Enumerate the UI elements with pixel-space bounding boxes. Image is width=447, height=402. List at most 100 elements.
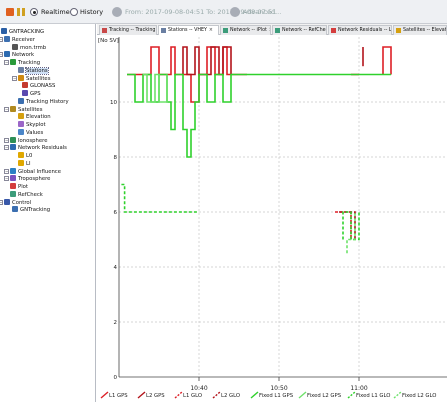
legend-swatch [137, 391, 146, 399]
legend-swatch [174, 391, 183, 399]
tree-item-gntracking[interactable]: GNTRACKING [1, 28, 44, 35]
tree-item-label: Tracking [18, 60, 41, 66]
plot-icon [223, 28, 228, 33]
tab-network-refcheck[interactable]: Network -- RefCheck × [272, 25, 327, 35]
globe-icon [10, 167, 16, 174]
tree-item-label: GPS [30, 91, 41, 97]
tree-item-network[interactable]: Network [4, 51, 34, 58]
tree-item-network-residuals[interactable]: Network Residuals [10, 144, 67, 151]
tree-item-l0[interactable]: L0 [18, 152, 32, 159]
legend-item: L2 GLO [212, 391, 240, 399]
tree-expander[interactable]: − [4, 176, 9, 182]
tab-label: Tracking -- Tracking History [109, 28, 156, 33]
history-radio[interactable] [70, 8, 78, 16]
tree-expander[interactable]: − [4, 137, 9, 143]
tab-label: Network -- iPlot [230, 28, 267, 33]
legend-item: L1 GPS [100, 391, 128, 399]
close-icon[interactable]: × [269, 28, 270, 33]
tree-item-label: Plot [18, 184, 28, 190]
tree-item-label: Receiver [12, 36, 35, 43]
realtime-radio[interactable] [30, 8, 38, 16]
tree-item-troposphere[interactable]: Troposphere [10, 175, 50, 182]
legend-item: Fixed L1 GLO [347, 391, 390, 399]
stations-icon [18, 66, 24, 73]
tree-item-elevation[interactable]: Elevation [18, 113, 51, 120]
legend-label: L1 GLO [183, 393, 203, 399]
tree-item-label: Stations [25, 66, 49, 75]
y-tick-label: 10 [110, 100, 117, 106]
tree-item-label: Tracking History [26, 98, 69, 105]
tab-network-residuals-lo[interactable]: Network Residuals -- LO× [328, 25, 392, 35]
tree-item-stations[interactable]: Stations [18, 66, 49, 75]
history-icon [18, 97, 24, 104]
series-l2-glo-line [339, 211, 356, 240]
tracking-chart: 10:40 10:50 11:000246810[No SV] [98, 37, 447, 392]
tree-item-li[interactable]: LI [18, 159, 31, 167]
legend-label: Fixed L2 GPS [307, 393, 342, 399]
tab-tracking-tracking-history[interactable]: Tracking -- Tracking History× [99, 25, 157, 35]
tab-label: Network Residuals -- LO [338, 28, 392, 33]
tree-item-values[interactable]: Values [18, 128, 43, 136]
y-tick-label: 8 [114, 155, 118, 161]
tree-item-global-influence[interactable]: Global Influence [10, 167, 61, 175]
tab-label: Satellites -- Elevation [403, 28, 447, 33]
legend-item: Fixed L2 GLO [393, 391, 436, 399]
y-tick-label: 6 [114, 210, 118, 216]
chart-legend: L1 GPS L2 GPS L1 GLO L2 GLO Fixed L1 GPS Fixe… [97, 389, 447, 402]
tree-item-label: Skyplot [26, 122, 46, 128]
tree-item-gps[interactable]: GPS [22, 90, 41, 97]
tree-item-satellites[interactable]: Satellites [18, 74, 51, 82]
tree-expander[interactable]: − [4, 106, 9, 112]
tree-expander[interactable]: − [4, 60, 9, 65]
history-label[interactable]: History [80, 8, 103, 16]
tree-item-label: mon.trmb [20, 44, 47, 51]
stop-icon[interactable] [5, 7, 15, 17]
tree-item-skyplot[interactable]: Skyplot [18, 121, 46, 128]
tree-item-label: Global Influence [18, 168, 61, 175]
tab-network-iplot[interactable]: Network -- iPlot× [220, 25, 271, 35]
tree-item-label: LI [26, 160, 31, 167]
tree-item-receiver[interactable]: Receiver [4, 35, 35, 43]
tree-item-glonass[interactable]: GLONASS [22, 82, 55, 89]
tab-satellites-elevation[interactable]: Satellites -- Elevation× [393, 25, 447, 35]
legend-swatch [250, 391, 259, 399]
tree-item-label: Network [12, 52, 35, 59]
chart-icon [102, 28, 107, 33]
tree-item-gntracking[interactable]: GNTracking [12, 206, 50, 213]
realtime-label[interactable]: Realtime [41, 8, 70, 16]
control-icon [4, 198, 10, 205]
tree-item-label: GLONASS [30, 83, 56, 90]
tree-item-tracking-history[interactable]: Tracking History [18, 97, 69, 105]
legend-label: L2 GPS [146, 393, 165, 399]
tree-item-label: Control [12, 199, 32, 206]
tree-expander[interactable]: − [4, 145, 9, 151]
tree-item-tracking[interactable]: Tracking [10, 59, 40, 66]
tree-item-label: Satellites [26, 75, 51, 82]
tree-item-label: Ionosphere [18, 137, 48, 144]
skyplot-icon [18, 121, 24, 127]
tree-expander[interactable]: − [0, 36, 3, 42]
y-axis-label: [No SV] [98, 38, 119, 44]
receiver-icon [4, 35, 10, 42]
elevation-icon [18, 113, 24, 120]
tree-item-satellites[interactable]: Satellites [10, 105, 43, 113]
tree-expander[interactable]: − [0, 199, 3, 205]
refcheck-icon [275, 28, 280, 33]
tree-item-mon-trmb[interactable]: mon.trmb [12, 43, 47, 51]
chart-icon [18, 159, 24, 166]
tree-item-plot[interactable]: Plot [10, 183, 28, 190]
tree-expander[interactable]: − [12, 75, 17, 81]
tree-item-ionosphere[interactable]: Ionosphere [10, 136, 48, 144]
close-icon[interactable]: × [209, 28, 213, 33]
tree-item-label: Satellites [18, 106, 43, 113]
pause-icon[interactable] [16, 7, 26, 17]
tab-stations-vhey[interactable]: Stations -- VHEY × [158, 25, 219, 35]
advanced-button[interactable]: Advanced... [243, 8, 281, 16]
tree-item-control[interactable]: Control [4, 198, 32, 206]
legend-swatch [347, 391, 356, 399]
tree-expander[interactable]: − [0, 52, 3, 58]
tree-item-refcheck[interactable]: RefCheck [10, 190, 43, 198]
tree-expander[interactable]: − [4, 168, 9, 174]
tree-item-label: RefCheck [18, 191, 43, 198]
residuals-icon [10, 144, 16, 151]
